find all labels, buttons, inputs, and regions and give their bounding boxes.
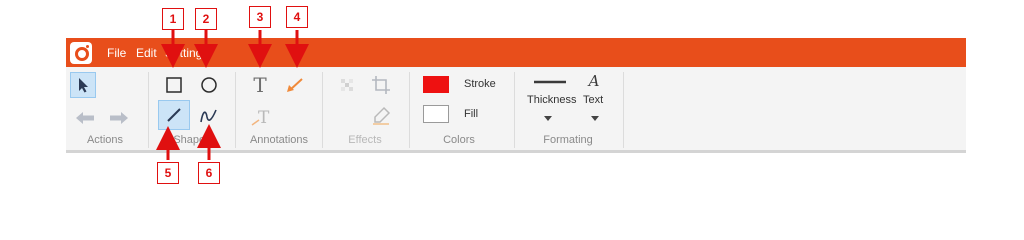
arrow-tool-button[interactable] bbox=[282, 72, 308, 98]
thickness-line-icon bbox=[532, 75, 568, 89]
menu-file[interactable]: File bbox=[107, 46, 126, 60]
group-label-shapes: Shapes bbox=[173, 134, 211, 146]
callout-4: 4 bbox=[286, 6, 308, 28]
thickness-dropdown[interactable] bbox=[538, 111, 558, 125]
undo-button[interactable] bbox=[72, 105, 98, 131]
redo-arrow-icon bbox=[110, 112, 128, 124]
title-bar: File Edit Settings bbox=[66, 38, 966, 67]
text-style-button[interactable]: A bbox=[584, 71, 604, 91]
pixelate-effect-button[interactable] bbox=[334, 72, 360, 98]
ribbon-divider bbox=[514, 72, 515, 148]
callout-3: 3 bbox=[249, 6, 271, 28]
group-label-formating: Formating bbox=[543, 134, 593, 146]
fill-label: Fill bbox=[464, 108, 479, 120]
ellipse-icon bbox=[201, 77, 217, 93]
redo-button[interactable] bbox=[106, 105, 132, 131]
undo-arrow-icon bbox=[76, 112, 94, 124]
ellipse-tool-button[interactable] bbox=[196, 72, 222, 98]
chevron-down-icon bbox=[591, 115, 599, 121]
svg-text:T: T bbox=[258, 108, 270, 127]
ribbon-toolbar: Actions Shapes T T Annotations Effects S… bbox=[66, 67, 966, 150]
line-tool-button[interactable] bbox=[158, 100, 190, 130]
ribbon-divider bbox=[235, 72, 236, 148]
ribbon-divider bbox=[322, 72, 323, 148]
menu-edit[interactable]: Edit bbox=[136, 46, 157, 60]
callout-1: 1 bbox=[162, 8, 184, 30]
select-tool-button[interactable] bbox=[70, 72, 96, 98]
text-annotation-button[interactable]: T bbox=[249, 104, 275, 130]
rectangle-tool-button[interactable] bbox=[161, 72, 187, 98]
arrow-annotation-icon bbox=[287, 78, 303, 92]
stroke-color-swatch[interactable] bbox=[423, 76, 449, 93]
callout-2: 2 bbox=[195, 8, 217, 30]
group-label-actions: Actions bbox=[86, 134, 124, 146]
ribbon-divider bbox=[623, 72, 624, 148]
group-label-annotations: Annotations bbox=[249, 134, 309, 146]
app-logo-icon bbox=[70, 42, 92, 64]
ribbon-divider bbox=[409, 72, 410, 148]
text-annotation-icon: T bbox=[251, 108, 270, 127]
crop-icon bbox=[372, 76, 390, 94]
fill-color-swatch[interactable] bbox=[423, 105, 449, 123]
pointer-icon bbox=[79, 78, 88, 93]
callout-5: 5 bbox=[157, 162, 179, 184]
freehand-curve-icon bbox=[200, 109, 217, 123]
callout-6: 6 bbox=[198, 162, 220, 184]
text-format-dropdown[interactable] bbox=[585, 111, 605, 125]
text-t-icon: T bbox=[253, 73, 267, 97]
rectangle-icon bbox=[166, 77, 182, 93]
highlighter-icon bbox=[373, 106, 391, 125]
italic-a-icon: A bbox=[588, 72, 600, 90]
pixelate-icon bbox=[341, 79, 353, 91]
chevron-down-icon bbox=[544, 115, 552, 121]
ribbon-bottom-border bbox=[66, 150, 966, 153]
text-format-label: Text bbox=[583, 94, 604, 106]
thickness-label: Thickness bbox=[527, 94, 577, 106]
group-label-colors: Colors bbox=[443, 134, 475, 146]
app-window: File Edit Settings Actions Shapes T T An… bbox=[66, 38, 966, 153]
crop-button[interactable] bbox=[368, 72, 394, 98]
menu-settings[interactable]: Settings bbox=[165, 46, 208, 60]
highlighter-button[interactable] bbox=[368, 103, 394, 129]
text-tool-button[interactable]: T bbox=[247, 72, 273, 98]
line-icon bbox=[167, 108, 181, 122]
stroke-label: Stroke bbox=[464, 78, 496, 90]
group-label-effects: Effects bbox=[348, 134, 382, 146]
ribbon-divider bbox=[148, 72, 149, 148]
freehand-tool-button[interactable] bbox=[196, 103, 222, 129]
